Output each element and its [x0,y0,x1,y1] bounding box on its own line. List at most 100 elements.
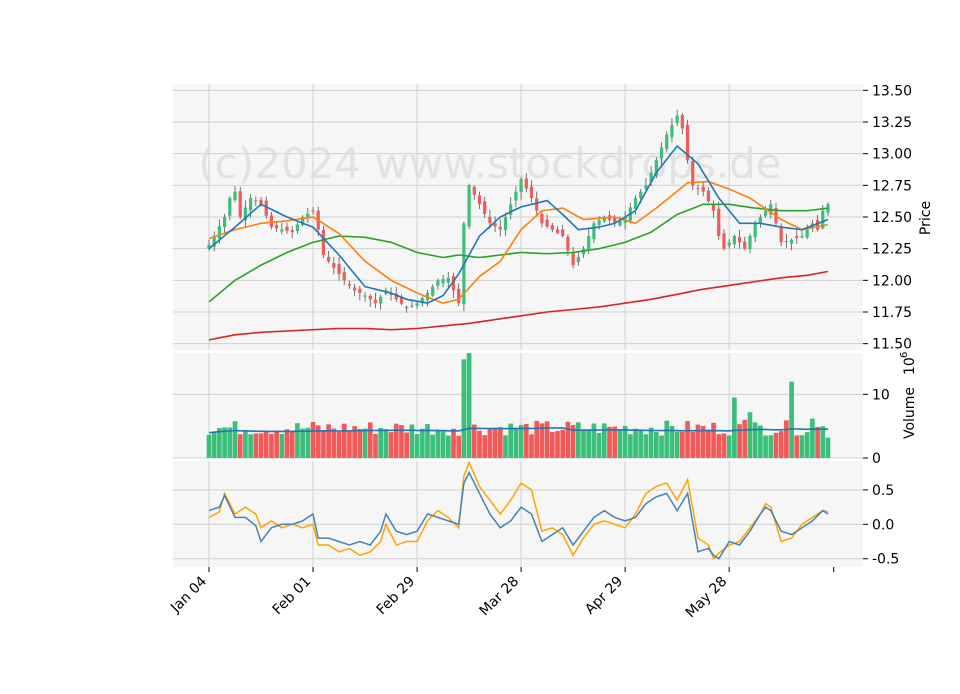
price-axis-tick-label: 13.25 [872,115,912,131]
candle-body [659,147,664,159]
volume-bar [445,435,451,458]
volume-bar [357,429,363,458]
volume-bar [487,428,493,458]
volume-bar [310,421,316,458]
volume-bar [586,429,592,458]
volume-bar [336,431,342,458]
candle-body [732,236,736,245]
volume-bar [300,428,305,458]
candle-body [789,239,794,244]
volume-bar [612,426,618,458]
volume-bar [466,353,472,458]
volume-bar [763,435,768,458]
candle-body [280,229,284,232]
x-axis-tick-label: May 28 [683,574,731,622]
volume-bar [784,420,789,458]
candle-body [524,178,528,189]
candle-body [285,226,289,231]
candle-body [722,233,726,249]
volume-bar [341,423,347,458]
volume-bar [331,428,337,458]
price-axis-tick-label: 12.75 [872,178,912,194]
candle-body [514,191,518,201]
volume-bar [253,433,259,458]
volume-bar [373,433,378,458]
volume-bar [555,430,560,458]
volume-bar [752,422,758,458]
volume-bar [227,427,233,458]
volume-bar [513,429,519,458]
volume-bar [565,421,571,458]
stock-chart-svg: (c)2024 www.stockdrops.de 13.5013.2513.0… [167,83,934,622]
volume-bar [648,427,654,458]
volume-bar [258,433,264,458]
volume-axis-label: Volume [902,387,918,439]
volume-bar [362,428,368,458]
volume-bar [622,425,628,458]
volume-bar [690,431,696,458]
candle-body [467,185,471,227]
candle-body [217,226,222,239]
volume-bar [367,422,373,458]
price-axis-label: Price [918,201,934,235]
candle-body [295,224,300,232]
x-axis-tick-label: Mar 28 [477,574,523,620]
volume-bar [425,424,430,458]
price-axis-tick-label: 13.50 [872,83,912,99]
volume-bar [643,434,649,458]
candle-body [743,241,747,249]
volume-bar [471,424,477,458]
volume-bar [664,420,670,458]
volume-bar [820,426,826,458]
volume-bar [789,381,794,458]
volume-bar [461,359,467,458]
chart-figure: (c)2024 www.stockdrops.de 13.50 13.25 13.0… [0,0,960,690]
candle-body [373,299,378,304]
candle-body [639,191,643,199]
candle-body [800,236,804,238]
volume-bar [581,429,586,458]
candle-body [477,195,482,205]
candle-body [238,191,242,217]
volume-bar [456,435,462,458]
candle-body [529,186,534,198]
candle-body [680,115,684,129]
candle-body [415,303,419,306]
volume-bar [804,432,810,458]
candle-body [233,191,237,201]
candle-body [696,188,700,190]
candle-body [555,229,560,233]
volume-bar [633,428,638,458]
candle-body [727,242,731,246]
volume-bar [560,429,566,458]
volume-bar [347,431,352,458]
candle-body [717,208,721,236]
volume-bar [742,419,748,458]
x-axis-tick-label: Feb 29 [374,574,419,619]
volume-bar [601,423,607,458]
candle-body [431,286,435,296]
candle-body [363,295,367,297]
volume-bar [549,432,555,458]
volume-bar [737,424,742,458]
candle-body [228,198,232,216]
candle-body [561,229,565,236]
volume-bar [305,427,311,458]
volume-bar [430,434,436,458]
volume-bar [799,435,805,458]
volume-bar [279,434,285,458]
candle-body [410,305,414,307]
candle-body [472,186,476,195]
oscillator-axis-tick-label: 0.0 [872,517,894,533]
volume-bar [654,431,659,458]
volume-bar [778,431,784,458]
price-axis-tick-label: 11.50 [872,337,912,353]
volume-bar [388,432,394,458]
volume-bar [617,430,623,458]
volume-bar [440,431,446,458]
candle-body [670,125,674,138]
candle-body [675,115,679,123]
candle-body [332,263,336,268]
volume-bar [768,435,774,458]
candle-body [311,210,315,212]
